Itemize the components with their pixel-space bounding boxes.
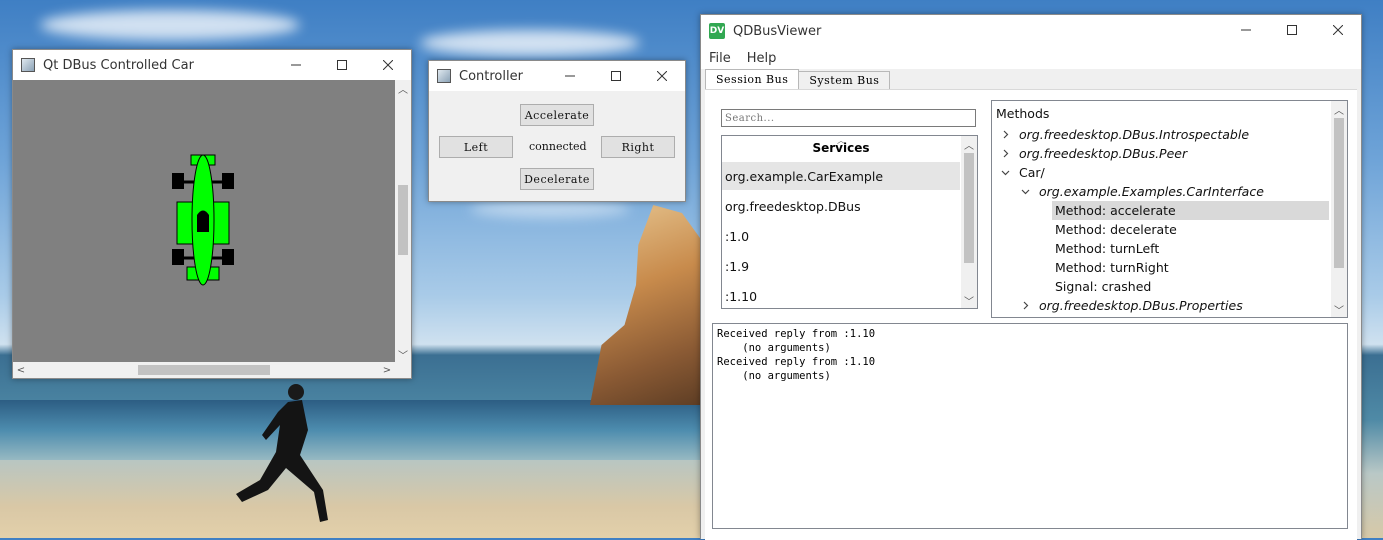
left-button[interactable]: Left xyxy=(439,136,513,158)
log-line: (no arguments) xyxy=(717,370,831,382)
list-item[interactable]: org.example.CarExample xyxy=(722,162,960,190)
minimize-icon xyxy=(565,75,575,77)
list-item[interactable]: :1.0 xyxy=(722,222,960,250)
log-line: Received reply from :1.10 xyxy=(717,328,876,340)
scroll-down-icon[interactable]: ﹀ xyxy=(395,346,411,362)
tree-item[interactable]: org.freedesktop.DBus.Introspectable xyxy=(1016,125,1249,144)
connection-status: connected xyxy=(529,140,587,153)
methods-header: Methods xyxy=(996,106,1050,121)
right-button[interactable]: Right xyxy=(601,136,675,158)
controller-window[interactable]: Controller Accelerate Left connected Rig… xyxy=(428,60,686,202)
viewer-titlebar[interactable]: DV QDBusViewer xyxy=(701,15,1361,47)
chevron-right-icon[interactable] xyxy=(1000,144,1010,163)
chevron-down-icon[interactable] xyxy=(1000,163,1010,182)
scroll-corner xyxy=(395,362,411,378)
menu-help[interactable]: Help xyxy=(747,51,777,66)
car-canvas xyxy=(13,80,395,362)
output-log[interactable]: Received reply from :1.10 (no arguments)… xyxy=(712,323,1348,529)
scroll-right-icon[interactable]: > xyxy=(379,362,395,378)
list-item[interactable]: :1.10 xyxy=(722,282,960,308)
scroll-up-icon[interactable]: ︿ xyxy=(1331,101,1347,117)
tree-item[interactable]: org.freedesktop.DBus.Peer xyxy=(1016,144,1187,163)
app-icon xyxy=(21,58,35,72)
rock-formation xyxy=(590,205,705,405)
chevron-down-icon[interactable] xyxy=(1020,182,1030,201)
car-titlebar[interactable]: Qt DBus Controlled Car xyxy=(13,50,411,80)
app-icon xyxy=(437,69,451,83)
services-list[interactable]: Services ︿ org.example.CarExample org.fr… xyxy=(721,135,978,309)
scroll-thumb[interactable] xyxy=(1334,118,1344,268)
runner-silhouette xyxy=(236,384,328,522)
close-icon xyxy=(383,60,393,70)
car-shape xyxy=(172,154,234,286)
menu-file[interactable]: File xyxy=(709,51,731,66)
maximize-icon xyxy=(1287,25,1297,35)
methods-tree[interactable]: Methods org.freedesktop.DBus.Introspecta… xyxy=(991,100,1348,318)
chevron-right-icon[interactable] xyxy=(1020,296,1030,315)
minimize-button[interactable] xyxy=(547,61,593,91)
tree-item[interactable]: Method: decelerate xyxy=(1052,220,1177,239)
chevron-right-icon[interactable] xyxy=(1000,125,1010,144)
methods-scrollbar[interactable]: ︿ ﹀ xyxy=(1331,101,1347,317)
maximize-button[interactable] xyxy=(1269,15,1315,45)
scroll-up-icon[interactable]: ︿ xyxy=(961,136,977,152)
services-scrollbar[interactable]: ︿ ﹀ xyxy=(961,136,977,308)
scroll-thumb[interactable] xyxy=(398,185,408,255)
window-title: QDBusViewer xyxy=(733,23,822,39)
list-item[interactable]: :1.9 xyxy=(722,252,960,280)
close-button[interactable] xyxy=(365,50,411,80)
minimize-icon xyxy=(1241,29,1251,31)
minimize-button[interactable] xyxy=(273,50,319,80)
tree-item[interactable]: Method: accelerate xyxy=(1052,201,1329,220)
scroll-thumb[interactable] xyxy=(964,153,974,263)
tree-item[interactable]: Method: turnRight xyxy=(1052,258,1169,277)
sort-indicator-icon: ︿ xyxy=(837,136,845,145)
maximize-icon xyxy=(337,60,347,70)
bus-tabs: Session Bus System Bus xyxy=(705,69,891,90)
close-icon xyxy=(1333,25,1343,35)
cloud xyxy=(470,200,630,218)
scroll-up-icon[interactable]: ︿ xyxy=(395,80,411,96)
dv-app-icon: DV xyxy=(709,23,725,39)
watermark: https://blog.csdn.net/weixin_38416696 xyxy=(1100,510,1339,526)
tree-item[interactable]: org.freedesktop.DBus.Properties xyxy=(1036,296,1243,315)
maximize-icon xyxy=(611,71,621,81)
tab-session-bus[interactable]: Session Bus xyxy=(705,69,800,90)
tab-system-bus[interactable]: System Bus xyxy=(798,71,891,90)
scroll-thumb[interactable] xyxy=(138,365,270,375)
scroll-down-icon[interactable]: ﹀ xyxy=(1331,301,1347,317)
maximize-button[interactable] xyxy=(593,61,639,91)
sea xyxy=(0,400,700,460)
scroll-down-icon[interactable]: ﹀ xyxy=(961,292,977,308)
tree-item[interactable]: Method: turnLeft xyxy=(1052,239,1159,258)
beach xyxy=(0,460,700,538)
cloud xyxy=(40,10,300,40)
log-line: Received reply from :1.10 xyxy=(717,356,876,368)
close-icon xyxy=(657,71,667,81)
controller-titlebar[interactable]: Controller xyxy=(429,61,685,91)
horizontal-scrollbar[interactable]: < > xyxy=(13,362,395,378)
list-item[interactable]: org.freedesktop.DBus xyxy=(722,192,960,220)
car-window[interactable]: Qt DBus Controlled Car ︿ ﹀ < > xyxy=(12,49,412,379)
qdbusviewer-window[interactable]: DV QDBusViewer File Help Session Bus Sys… xyxy=(700,14,1362,540)
tree-item[interactable]: org.example.Examples.CarInterface xyxy=(1036,182,1264,201)
cloud xyxy=(420,30,640,56)
menu-bar: File Help xyxy=(701,47,1361,69)
minimize-icon xyxy=(291,64,301,66)
maximize-button[interactable] xyxy=(319,50,365,80)
close-button[interactable] xyxy=(1315,15,1361,45)
vertical-scrollbar[interactable]: ︿ ﹀ xyxy=(395,80,411,362)
close-button[interactable] xyxy=(639,61,685,91)
minimize-button[interactable] xyxy=(1223,15,1269,45)
car-graphic xyxy=(172,154,234,286)
log-line: (no arguments) xyxy=(717,342,831,354)
tree-item[interactable]: Car/ xyxy=(1016,163,1045,182)
accelerate-button[interactable]: Accelerate xyxy=(520,104,594,126)
window-title: Controller xyxy=(459,68,523,84)
search-input[interactable]: Search... xyxy=(721,109,976,127)
decelerate-button[interactable]: Decelerate xyxy=(520,168,594,190)
scroll-left-icon[interactable]: < xyxy=(13,362,29,378)
window-title: Qt DBus Controlled Car xyxy=(43,57,194,73)
tree-item[interactable]: Signal: crashed xyxy=(1052,277,1151,296)
